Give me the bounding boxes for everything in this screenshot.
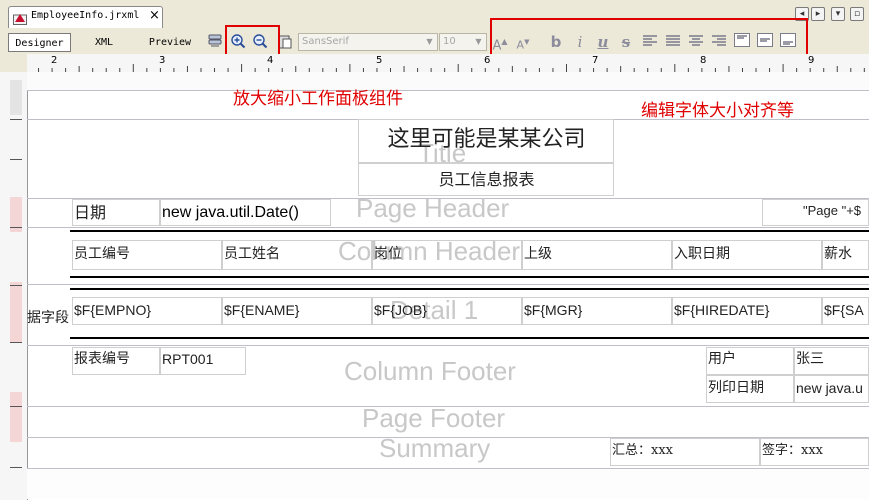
font-family-value: SansSerif (302, 36, 349, 47)
xml-tab-button[interactable]: XML (80, 33, 128, 52)
preview-tab-button[interactable]: Preview (140, 33, 200, 52)
ruler-label: 2 (51, 55, 58, 66)
field-job[interactable]: $F{JOB} (372, 297, 522, 325)
vertical-ruler (0, 72, 28, 500)
ruler-shade (10, 80, 22, 115)
ruler-label: 3 (159, 55, 166, 66)
ruler-shade (10, 392, 22, 442)
tab-employeeinfo[interactable]: EmployeeInfo.jrxml × (8, 6, 163, 28)
ruler-label: 5 (376, 55, 383, 66)
field-sal[interactable]: $F{SA (822, 297, 869, 325)
bottom-margin-band (27, 469, 869, 499)
summary-total-field[interactable]: 汇总：xxx (610, 438, 760, 466)
column-header-empno[interactable]: 员工编号 (72, 240, 222, 270)
field-mgr[interactable]: $F{MGR} (522, 297, 672, 325)
report-no-label[interactable]: 报表编号 (72, 347, 160, 375)
report-query-icon[interactable] (206, 33, 224, 51)
column-header-ename[interactable]: 员工姓名 (222, 240, 372, 270)
print-date-label[interactable]: 列印日期 (706, 375, 794, 403)
detail-row-label: 据字段 (27, 310, 69, 326)
ruler-tick (10, 159, 22, 160)
horizontal-ruler: 2 3 4 5 6 7 8 9 (27, 54, 869, 73)
ruler-shade (10, 282, 22, 342)
column-header-job[interactable]: 岗位 (372, 240, 522, 270)
ruler-ticks (38, 64, 865, 72)
tab-label: EmployeeInfo.jrxml (31, 10, 140, 21)
zoom-annotation: 放大缩小工作面板组件 (233, 89, 403, 109)
chevron-down-icon: ▼ (426, 37, 433, 46)
user-label[interactable]: 用户 (706, 347, 794, 375)
ruler-label: 6 (484, 55, 491, 66)
ruler-tick (10, 406, 22, 407)
report-no-value[interactable]: RPT001 (160, 347, 246, 375)
dropdown-icon[interactable]: ▾ (831, 7, 845, 21)
maximize-icon[interactable]: ▫ (850, 7, 864, 21)
field-ename[interactable]: $F{ENAME} (222, 297, 372, 325)
scroll-right-icon[interactable]: ▸ (811, 7, 825, 21)
ruler-corner (0, 54, 27, 72)
field-empno[interactable]: $F{EMPNO} (72, 297, 222, 325)
font-family-select[interactable]: SansSerif ▼ (298, 33, 438, 51)
top-margin-band (27, 72, 869, 91)
date-expression-field[interactable]: new java.util.Date() (160, 199, 331, 226)
page-number-field[interactable]: "Page "+$ (762, 199, 869, 226)
summary-sign-field[interactable]: 签字：xxx (760, 438, 869, 466)
print-date-value[interactable]: new java.u (794, 375, 869, 403)
font-size-select[interactable]: 10 ▼ (439, 33, 487, 51)
ruler-label: 8 (700, 55, 707, 66)
font-tools-annotation: 编辑字体大小对齐等 (641, 101, 794, 121)
field-hiredate[interactable]: $F{HIREDATE} (672, 297, 822, 325)
font-size-value: 10 (443, 36, 456, 47)
divider-line (70, 337, 869, 339)
band-label-column-footer: Column Footer (344, 356, 516, 386)
ruler-label: 9 (808, 55, 815, 66)
column-header-hiredate[interactable]: 入职日期 (672, 240, 822, 270)
ruler-label: 4 (267, 55, 274, 66)
band-label-page-header: Page Header (356, 193, 510, 223)
ruler-tick (10, 467, 22, 468)
ruler-tick (10, 119, 22, 120)
column-header-mgr[interactable]: 上级 (522, 240, 672, 270)
jrxml-file-icon (13, 10, 27, 29)
date-label[interactable]: 日期 (72, 199, 160, 226)
designer-tab-button[interactable]: Designer (8, 33, 71, 52)
divider-line (70, 276, 869, 278)
ruler-tick (10, 285, 22, 286)
report-subtitle-text[interactable]: 员工信息报表 (358, 163, 614, 196)
band-label-summary: Summary (379, 433, 491, 463)
close-icon[interactable]: × (149, 8, 160, 23)
band-label-page-footer: Page Footer (362, 403, 506, 433)
ruler-tick (10, 227, 22, 228)
company-title-text[interactable]: 这里可能是某某公司 (358, 119, 614, 163)
ruler-tick (10, 342, 22, 343)
chevron-down-icon: ▼ (475, 37, 482, 46)
user-value[interactable]: 张三 (794, 347, 869, 375)
ruler-label: 7 (592, 55, 599, 66)
column-header-sal[interactable]: 薪水 (822, 240, 869, 270)
